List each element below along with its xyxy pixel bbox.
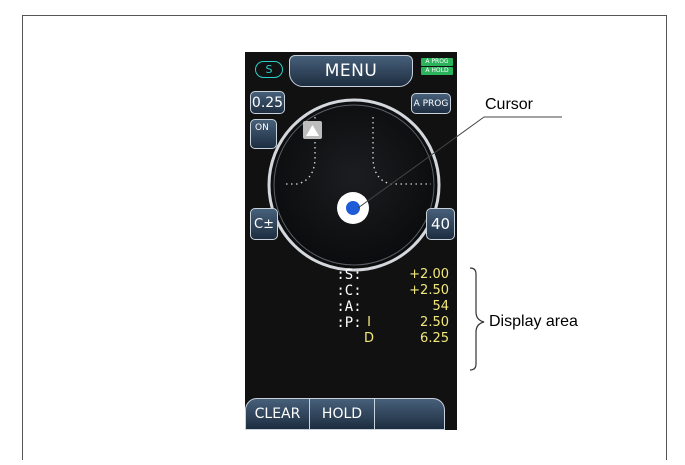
readout-row-c: :C: +2.50 xyxy=(336,283,449,299)
blank-button[interactable] xyxy=(375,398,445,430)
device-screen: S MENU A PROG A HOLD 0.25 A PROG ON C± 4… xyxy=(245,52,457,430)
readout-row-p: :P: I 2.50 xyxy=(336,315,449,331)
bottom-button-bar: CLEAR HOLD xyxy=(245,395,457,430)
hold-button[interactable]: HOLD xyxy=(310,398,375,430)
cursor-value-button[interactable]: 40 xyxy=(426,208,455,240)
cursor-callout-label: Cursor xyxy=(485,96,534,113)
readout-row-a: :A: 54 xyxy=(336,299,449,315)
cylinder-button[interactable]: C± xyxy=(250,208,278,240)
display-readout: :S: +2.00 :C: +2.50 :A: 54 :P: I 2.50 D … xyxy=(335,267,455,347)
display-area-callout-label: Display area xyxy=(489,313,578,330)
readout-row-s: :S: +2.00 xyxy=(336,267,449,283)
target-circle xyxy=(267,98,441,272)
up-triangle-icon[interactable] xyxy=(303,121,322,139)
readout-row-d: D 6.25 xyxy=(363,331,449,346)
clear-button[interactable]: CLEAR xyxy=(245,398,310,430)
cursor-dot-icon[interactable] xyxy=(337,192,369,224)
